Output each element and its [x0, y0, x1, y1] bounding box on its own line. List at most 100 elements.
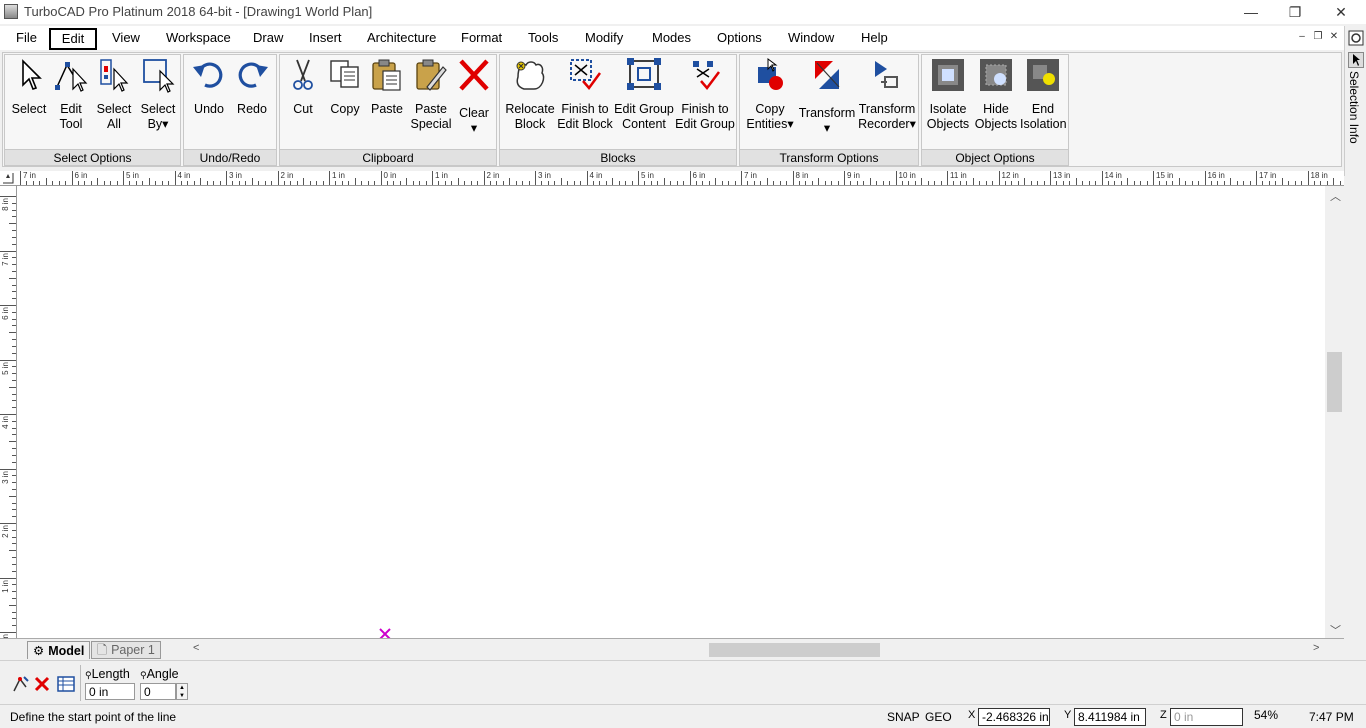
- ruler-minor-tick: [12, 407, 16, 409]
- ruler-minor-tick: [180, 181, 182, 185]
- scroll-left-arrow-icon[interactable]: <: [193, 642, 199, 654]
- menu-tools[interactable]: Tools: [524, 28, 562, 50]
- ruler-minor-tick: [567, 181, 569, 185]
- menu-edit[interactable]: Edit: [49, 28, 97, 50]
- ruler-minor-tick: [1178, 178, 1180, 185]
- horizontal-scroll-thumb[interactable]: [709, 643, 880, 657]
- tool-label: End Isolation: [1020, 102, 1067, 131]
- ruler-minor-tick: [953, 181, 955, 185]
- angle-spinner[interactable]: ▲ ▼: [176, 683, 188, 700]
- ruler-minor-tick: [650, 181, 652, 185]
- geo-toggle[interactable]: GEO: [925, 710, 952, 724]
- menu-insert[interactable]: Insert: [305, 28, 346, 50]
- tool-label: Hide Objects: [974, 102, 1018, 131]
- ruler-major-tick: [1101, 171, 1103, 185]
- menu-view[interactable]: View: [108, 28, 144, 50]
- ruler-minor-tick: [663, 178, 665, 185]
- paper-tab-icon: 🗋: [97, 643, 108, 657]
- menu-workspace[interactable]: Workspace: [162, 28, 235, 50]
- ruler-minor-tick: [1017, 181, 1019, 185]
- pointer-icon[interactable]: [1348, 52, 1364, 68]
- menu-modify[interactable]: Modify: [581, 28, 627, 50]
- zoom-level[interactable]: 54%: [1254, 708, 1278, 722]
- properties-table-icon[interactable]: [57, 675, 75, 693]
- ruler-label: 2 in: [1, 525, 10, 538]
- ruler-minor-tick: [1243, 181, 1245, 185]
- scroll-down-arrow-icon[interactable]: ﹀: [1330, 622, 1341, 638]
- panel-settings-icon[interactable]: [1348, 30, 1364, 46]
- app-icon[interactable]: [4, 4, 18, 19]
- length-input[interactable]: 0 in: [85, 683, 135, 700]
- snap-toggle[interactable]: SNAP: [887, 710, 920, 724]
- ruler-minor-tick: [1191, 181, 1193, 185]
- ruler-minor-tick: [406, 178, 408, 185]
- ruler-minor-tick: [213, 181, 215, 185]
- selection-info-label[interactable]: Selection Info: [1347, 71, 1361, 144]
- tool-label: Clear ▾: [459, 106, 489, 135]
- ruler-label: 1 in: [332, 171, 345, 180]
- ruler-minor-tick: [187, 181, 189, 185]
- ruler-minor-tick: [412, 181, 414, 185]
- vertical-scroll-thumb[interactable]: [1327, 352, 1342, 412]
- menu-window[interactable]: Window: [784, 28, 838, 50]
- x-coordinate-field[interactable]: -2.468326 in: [978, 708, 1050, 726]
- menu-architecture[interactable]: Architecture: [363, 28, 440, 50]
- ruler-major-tick: [0, 305, 16, 306]
- ruler-minor-tick: [541, 181, 543, 185]
- ruler-minor-tick: [12, 243, 16, 245]
- mdi-close-button[interactable]: ✕: [1327, 30, 1341, 44]
- ruler-label: 4 in: [589, 171, 603, 180]
- tab-paper-1[interactable]: 🗋 Paper 1: [91, 641, 161, 659]
- redo-icon: [238, 62, 268, 88]
- copy-icon: [330, 60, 359, 88]
- ruler-minor-tick: [644, 181, 646, 185]
- ruler-major-tick: [792, 171, 794, 185]
- copy-entities-icon: [758, 58, 783, 90]
- ruler-minor-tick: [728, 181, 730, 185]
- ruler-minor-tick: [1230, 178, 1232, 185]
- ruler-minor-tick: [1062, 181, 1064, 185]
- menu-format[interactable]: Format: [457, 28, 506, 50]
- scroll-right-arrow-icon[interactable]: >: [1313, 642, 1319, 654]
- ruler-minor-tick: [805, 181, 807, 185]
- length-label: ⚲Length: [85, 667, 130, 681]
- mdi-minimize-button[interactable]: –: [1295, 30, 1309, 44]
- menu-help[interactable]: Help: [857, 28, 892, 50]
- cancel-x-icon[interactable]: [34, 676, 50, 692]
- x-coordinate-label: X: [968, 709, 976, 721]
- transform-recorder-icon: [875, 61, 898, 88]
- vertical-scrollbar[interactable]: ︿ ﹀: [1325, 186, 1344, 638]
- angle-input[interactable]: 0: [140, 683, 176, 700]
- menu-options[interactable]: Options: [713, 28, 766, 50]
- ruler-minor-tick: [992, 181, 994, 185]
- menu-draw[interactable]: Draw: [249, 28, 287, 50]
- snap-tool-icon[interactable]: [12, 675, 30, 693]
- z-coordinate-field[interactable]: 0 in: [1170, 708, 1243, 726]
- ruler-major-tick: [0, 523, 16, 524]
- ruler-minor-tick: [52, 181, 54, 185]
- ruler-minor-tick: [850, 181, 852, 185]
- ruler-minor-tick: [303, 178, 305, 185]
- ruler-minor-tick: [477, 181, 479, 185]
- ruler-minor-tick: [12, 625, 16, 627]
- ruler-label: 8 in: [1, 198, 10, 211]
- tab-model[interactable]: ⚙ Model: [27, 641, 91, 659]
- ruler-minor-tick: [1262, 181, 1264, 185]
- ruler-minor-tick: [12, 570, 16, 572]
- restore-button[interactable]: ❐: [1272, 0, 1318, 24]
- selection-info-panel[interactable]: Selection Info: [1344, 26, 1366, 176]
- tool-label: Paste: [371, 102, 403, 116]
- ruler-major-tick: [844, 171, 845, 185]
- close-button[interactable]: ✕: [1318, 0, 1364, 24]
- drawing-canvas[interactable]: [17, 186, 1325, 640]
- y-coordinate-field[interactable]: 8.411984 in: [1074, 708, 1146, 726]
- scroll-up-arrow-icon[interactable]: ︿: [1330, 188, 1341, 204]
- ruler-minor-tick: [1107, 181, 1109, 185]
- ruler-minor-tick: [522, 181, 524, 185]
- ruler-corner-icon[interactable]: [2, 172, 14, 184]
- menu-file[interactable]: File: [12, 28, 41, 50]
- menu-modes[interactable]: Modes: [648, 28, 695, 50]
- minimize-button[interactable]: —: [1228, 0, 1274, 24]
- mdi-restore-button[interactable]: ❐: [1311, 30, 1325, 44]
- horizontal-scrollbar[interactable]: < >: [188, 641, 1326, 658]
